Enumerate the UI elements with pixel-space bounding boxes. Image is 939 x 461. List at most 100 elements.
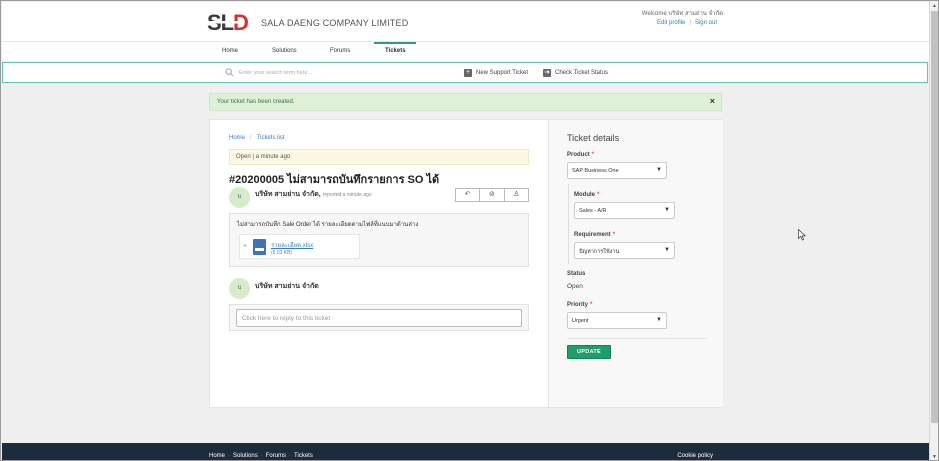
sign-out-link[interactable]: Sign out (695, 20, 717, 26)
details-title: Ticket details (567, 133, 620, 143)
message-box: ไม่สามารถบันทึก Sale Order ได้ รายละเอีย… (229, 213, 529, 267)
footer-home[interactable]: Home (209, 453, 225, 459)
welcome-text: Welcome บริษัท สามย่าน จำกัด (641, 11, 723, 17)
browser-window: SL D SALA DAENG COMPANY LIMITED Welcome … (0, 0, 939, 461)
priority-select[interactable]: Urgent ▼ (567, 312, 667, 329)
product-value: SAP Business One (572, 168, 619, 174)
footer-separator: · (289, 453, 292, 459)
ticket-main: Home / Tickets list Open | a minute ago #2… (210, 120, 548, 407)
nav-home[interactable]: Home (222, 48, 238, 54)
reply-icon[interactable]: ↶ (456, 189, 481, 201)
excel-file-icon (253, 239, 266, 255)
reply-author: บริษัท สามย่าน จำกัด (255, 283, 319, 290)
check-status-label: Check Ticket Status (555, 70, 609, 76)
author-meta: reported a minute ago (322, 192, 372, 198)
site-header: SL D SALA DAENG COMPANY LIMITED Welcome … (2, 2, 930, 42)
required-mark: * (612, 232, 616, 238)
required-mark: * (591, 152, 595, 158)
reply-input[interactable] (236, 309, 522, 327)
status-value: Open (567, 283, 583, 290)
ticket-details-panel: Ticket details Product * SAP Business One… (548, 120, 723, 407)
ticket-author: บริษัท สามย่าน จำกัด, reported a minute … (255, 191, 372, 198)
caret-down-icon: ▼ (656, 167, 662, 173)
search-input[interactable] (239, 67, 439, 78)
breadcrumb: Home / Tickets list (229, 135, 284, 141)
link-separator: | (689, 20, 691, 26)
required-mark: * (590, 302, 593, 308)
scroll-up-icon[interactable]: ▲ (931, 2, 938, 10)
breadcrumb-home[interactable]: Home (229, 135, 245, 141)
new-ticket-label: New Support Ticket (476, 70, 529, 76)
attachment[interactable]: × รายละเอียด.xlsx (6.03 KB) (239, 234, 360, 259)
divider (567, 338, 707, 339)
reply-avatar: บ (229, 278, 250, 299)
caret-down-icon: ▼ (664, 207, 670, 213)
scrollbar-thumb[interactable] (931, 11, 938, 423)
cookie-policy-link[interactable]: Cookie policy (677, 453, 713, 459)
scroll-down-icon[interactable]: ▼ (931, 453, 938, 460)
remove-attachment-icon[interactable]: × (243, 243, 247, 250)
message-toolbar: ↶ ⊘ ♙ (455, 188, 529, 202)
requirement-label-text: Requirement (574, 232, 611, 238)
site-footer: Home · Solutions · Forums · Tickets Cookie pol… (2, 443, 930, 460)
module-select[interactable]: Sales - A/R ▼ (574, 202, 675, 219)
footer-separator: · (228, 453, 231, 459)
module-label: Module * (574, 192, 599, 198)
requirement-select[interactable]: ปัญหาการใช้งาน ▼ (574, 242, 675, 259)
close-icon[interactable]: × (710, 96, 715, 106)
vertical-scrollbar[interactable]: ▲ ▼ (929, 1, 938, 460)
product-label: Product * (567, 152, 594, 158)
new-ticket-button[interactable]: + New Support Ticket (464, 68, 528, 78)
status-line: Open | a minute ago (236, 154, 291, 160)
priority-value: Urgent (572, 318, 589, 324)
priority-label: Priority * (567, 302, 592, 308)
plus-icon: + (464, 69, 472, 77)
ticket-status-bar: Open | a minute ago (229, 149, 529, 165)
check-status-button[interactable]: ➜ Check Ticket Status (543, 68, 608, 78)
attachment-size: (6.03 KB) (271, 250, 293, 256)
product-select[interactable]: SAP Business One ▼ (567, 162, 667, 179)
message-text: ไม่สามารถบันทึก Sale Order ได้ รายละเอีย… (237, 222, 419, 228)
footer-links: Home · Solutions · Forums · Tickets (209, 453, 313, 459)
nav-solutions[interactable]: Solutions (272, 48, 297, 54)
company-name: SALA DAENG COMPANY LIMITED (261, 18, 409, 28)
footer-forums[interactable]: Forums (266, 453, 286, 459)
requirement-label: Requirement * (574, 232, 615, 238)
module-label-text: Module (574, 192, 595, 198)
breadcrumb-tickets-list[interactable]: Tickets list (257, 135, 285, 141)
search-bar: + New Support Ticket ➜ Check Ticket Stat… (2, 62, 928, 83)
ticket-title: #20200005 ไม่สามารถบันทึกรายการ SO ได้ (229, 174, 440, 186)
user-links: Edit profile | Sign out (657, 20, 717, 26)
arrow-right-icon: ➜ (543, 69, 551, 77)
caret-down-icon: ▼ (664, 247, 670, 253)
search-icon (225, 68, 234, 77)
author-name: บริษัท สามย่าน จำกัด (255, 191, 319, 198)
mouse-cursor-icon (798, 229, 806, 241)
main-nav: Home Solutions Forums Tickets (2, 42, 930, 61)
company-logo[interactable]: SL D (207, 10, 257, 34)
required-mark: * (597, 192, 600, 198)
attachment-name[interactable]: รายละเอียด.xlsx (271, 240, 313, 250)
ticket-card: Home / Tickets list Open | a minute ago #2… (209, 119, 723, 408)
nested-fields-line (568, 184, 569, 264)
footer-separator: · (260, 453, 263, 459)
requirement-value: ปัญหาการใช้งาน (579, 249, 620, 255)
product-label-text: Product (567, 152, 590, 158)
edit-profile-link[interactable]: Edit profile (657, 20, 685, 26)
status-label: Status (567, 271, 586, 277)
check-circle-icon[interactable]: ⊘ (480, 189, 505, 201)
active-tab-indicator (374, 42, 416, 44)
module-value: Sales - A/R (579, 208, 607, 214)
alert-message: Your ticket has been created. (217, 99, 295, 105)
update-button[interactable]: UPDATE (567, 345, 611, 359)
caret-down-icon: ▼ (656, 317, 662, 323)
avatar: บ (229, 187, 250, 208)
success-alert: Your ticket has been created. × (209, 93, 722, 111)
nav-tickets[interactable]: Tickets (385, 48, 406, 54)
assign-user-icon[interactable]: ♙ (505, 189, 528, 201)
nav-forums[interactable]: Forums (330, 48, 350, 54)
footer-tickets[interactable]: Tickets (294, 453, 313, 459)
reply-box (229, 304, 529, 331)
breadcrumb-separator: / (250, 135, 252, 141)
footer-solutions[interactable]: Solutions (233, 453, 258, 459)
